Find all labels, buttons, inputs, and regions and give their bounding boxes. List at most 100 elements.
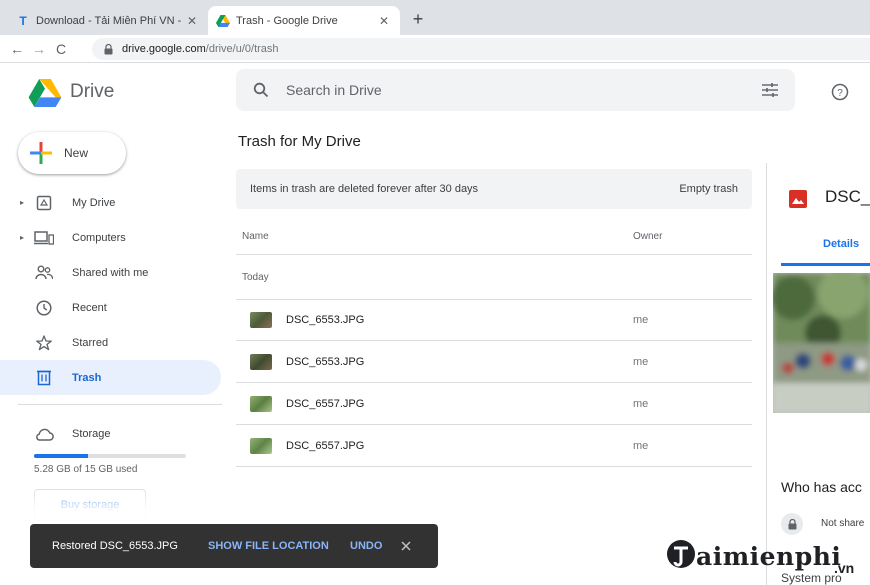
group-label: Today	[242, 272, 269, 283]
forward-arrow-icon[interactable]: →	[28, 41, 50, 57]
file-owner: me	[633, 439, 649, 452]
address-bar[interactable]: drive.google.com /drive/u/0/trash	[92, 38, 870, 60]
clock-icon	[34, 298, 54, 318]
sidebar-divider	[18, 404, 222, 405]
close-icon[interactable]	[399, 539, 413, 553]
storage-label: Storage	[72, 427, 111, 440]
my-drive-icon	[34, 193, 54, 213]
sidebar-item-storage[interactable]: Storage	[0, 416, 236, 451]
sidebar-item-starred[interactable]: Starred	[0, 325, 221, 360]
plus-icon	[18, 142, 64, 164]
new-button[interactable]: New	[18, 132, 126, 174]
svg-text:?: ?	[837, 88, 843, 99]
column-header-owner[interactable]: Owner	[633, 231, 662, 242]
file-name: DSC_6557.JPG	[286, 397, 365, 410]
cloud-icon	[34, 424, 54, 444]
not-shared-text: Not share	[821, 518, 865, 529]
search-options-icon[interactable]	[745, 83, 795, 97]
snackbar: Restored DSC_6553.JPG SHOW FILE LOCATION…	[30, 524, 438, 568]
browser-tab-download[interactable]: T Download - Tải Miễn Phí VN - Ph ✕	[8, 6, 208, 35]
help-icon[interactable]: ?	[828, 80, 852, 104]
sidebar-nav: ▸ My Drive ▸ Computers Shared with me Re…	[0, 185, 236, 395]
sidebar-item-label: My Drive	[72, 196, 116, 209]
details-panel: DSC_ Details Who has acc Not share Syste…	[766, 163, 870, 585]
expand-caret-icon[interactable]: ▸	[20, 198, 24, 207]
file-name: DSC_6553.JPG	[286, 355, 365, 368]
details-file-name: DSC_	[825, 187, 870, 206]
back-arrow-icon[interactable]: ←	[6, 41, 28, 57]
table-row[interactable]: DSC_6557.JPG me	[236, 383, 752, 425]
drive-logo-icon[interactable]	[28, 79, 62, 107]
sidebar-item-recent[interactable]: Recent	[0, 290, 221, 325]
search-icon[interactable]	[236, 82, 286, 98]
watermark-brand: aimienphi	[696, 541, 842, 571]
search-bar[interactable]	[236, 69, 795, 111]
image-preview[interactable]	[771, 268, 870, 413]
storage-used-text: 5.28 GB of 15 GB used	[34, 464, 138, 475]
sidebar-item-label: Computers	[72, 231, 126, 244]
file-name: DSC_6553.JPG	[286, 314, 365, 326]
sidebar-item-label: Starred	[72, 336, 109, 349]
watermark-suffix: .vn	[834, 560, 855, 576]
browser-tab-strip: T Download - Tải Miễn Phí VN - Ph ✕ Tras…	[0, 0, 870, 35]
tab-close-icon[interactable]: ✕	[184, 14, 200, 28]
lock-icon	[102, 43, 114, 55]
browser-tab-trash[interactable]: Trash - Google Drive ✕	[208, 6, 400, 35]
storage-quota-bar	[34, 454, 186, 458]
tab-close-icon[interactable]: ✕	[376, 14, 392, 28]
file-owner: me	[633, 397, 649, 410]
image-thumbnail-icon	[250, 353, 272, 370]
drive-brand[interactable]: Drive	[70, 81, 114, 103]
taimienphi-favicon-icon: T	[19, 13, 27, 28]
image-file-icon	[789, 190, 807, 208]
undo-button[interactable]: UNDO	[350, 540, 382, 552]
image-thumbnail-icon	[250, 312, 272, 328]
file-owner: me	[633, 355, 649, 368]
image-thumbnail-icon	[250, 437, 272, 454]
search-input[interactable]	[286, 82, 745, 98]
file-name: DSC_6557.JPG	[286, 439, 365, 452]
url-path: /drive/u/0/trash	[205, 43, 279, 55]
tab-details-underline	[781, 263, 870, 266]
page-title[interactable]: Trash for My Drive	[238, 133, 361, 150]
table-row[interactable]: DSC_6557.JPG me	[236, 425, 752, 467]
storage-quota-fill	[34, 454, 88, 458]
tab-title: Trash - Google Drive	[236, 14, 338, 27]
sidebar-item-label: Trash	[72, 371, 102, 384]
sidebar-item-label: Shared with me	[72, 266, 149, 279]
sidebar-item-trash[interactable]: Trash	[0, 360, 221, 395]
file-list: DSC_6553.JPG me DSC_6553.JPG me DSC_6557…	[236, 299, 752, 467]
browser-toolbar: ← → C drive.google.com /drive/u/0/trash	[0, 35, 870, 63]
star-icon	[34, 333, 54, 353]
column-header-name[interactable]: Name	[242, 231, 269, 242]
drive-favicon-icon	[216, 14, 230, 28]
expand-caret-icon[interactable]: ▸	[20, 233, 24, 242]
new-button-label: New	[64, 146, 89, 160]
trash-info-banner: Items in trash are deleted forever after…	[236, 169, 752, 209]
tab-title: Download - Tải Miễn Phí VN - Ph	[36, 14, 184, 27]
image-thumbnail-icon	[250, 395, 272, 412]
watermark-logo-icon	[666, 539, 696, 574]
table-row[interactable]: DSC_6553.JPG me	[236, 341, 752, 383]
snackbar-message: Restored DSC_6553.JPG	[52, 540, 178, 552]
empty-trash-button[interactable]: Empty trash	[679, 183, 738, 195]
reload-icon[interactable]: C	[50, 41, 72, 57]
shared-icon	[34, 263, 54, 283]
trash-icon	[34, 368, 54, 388]
watermark: aimienphi .vn	[666, 538, 854, 576]
sidebar-item-shared-with-me[interactable]: Shared with me	[0, 255, 221, 290]
table-row[interactable]: DSC_6553.JPG me	[236, 299, 752, 341]
url-domain: drive.google.com	[122, 43, 206, 55]
show-file-location-button[interactable]: SHOW FILE LOCATION	[208, 540, 329, 552]
file-owner: me	[633, 314, 649, 326]
sidebar-item-label: Recent	[72, 301, 107, 314]
tab-details[interactable]: Details	[823, 238, 859, 250]
sidebar-item-my-drive[interactable]: ▸ My Drive	[0, 185, 221, 220]
new-tab-icon[interactable]: +	[408, 9, 428, 29]
file-list-header: Name Owner	[236, 219, 752, 255]
banner-text: Items in trash are deleted forever after…	[250, 183, 479, 195]
lock-icon	[781, 513, 803, 535]
drive-header: Drive ?	[0, 63, 870, 123]
who-has-access-heading: Who has acc	[781, 479, 862, 495]
sidebar-item-computers[interactable]: ▸ Computers	[0, 220, 221, 255]
